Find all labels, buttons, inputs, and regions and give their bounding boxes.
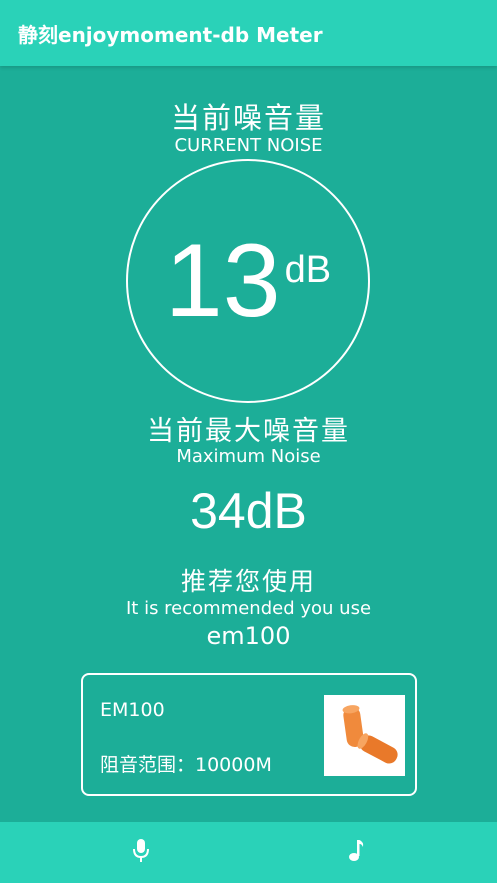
max-noise-value: 34dB [190, 483, 307, 539]
microphone-tab[interactable] [121, 822, 161, 883]
app-title: 静刻enjoymoment-db Meter [18, 22, 323, 47]
current-noise-title-en: CURRENT NOISE [174, 135, 323, 156]
microphone-icon [133, 838, 149, 867]
current-noise-reading: 13 dB [126, 159, 370, 403]
current-noise-title-cn: 当前噪音量 [170, 101, 326, 135]
music-note-icon [348, 839, 364, 866]
music-tab[interactable] [336, 822, 376, 883]
bottom-navigation [0, 822, 497, 883]
product-card[interactable]: EM100 阻音范围：10000M [81, 673, 417, 796]
app-bar: 静刻enjoymoment-db Meter [0, 0, 497, 66]
recommend-title-cn: 推荐您使用 [180, 567, 316, 596]
product-range: 阻音范围：10000M [100, 754, 272, 776]
product-name: EM100 [100, 699, 165, 721]
recommend-title-en: It is recommended you use [125, 598, 372, 619]
current-noise-value: 13 [164, 223, 281, 339]
recommended-model: em100 [206, 622, 291, 650]
max-noise-title-cn: 当前最大噪音量 [147, 416, 350, 447]
current-noise-unit: dB [284, 248, 332, 291]
earplugs-image [324, 695, 405, 776]
max-noise-title-en: Maximum Noise [176, 446, 321, 467]
